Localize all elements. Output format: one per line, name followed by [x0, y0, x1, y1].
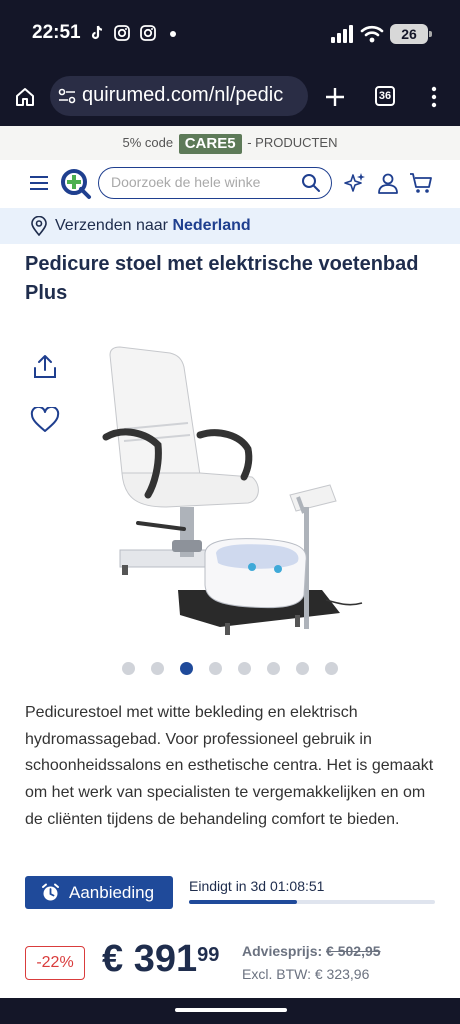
- search-box[interactable]: [98, 167, 332, 199]
- gallery-dot[interactable]: [267, 662, 280, 675]
- offer-countdown: Eindigt in 3d 01:08:51: [189, 878, 325, 894]
- battery-icon: 26: [390, 24, 432, 44]
- instagram-icon: [140, 25, 156, 41]
- clock: 22:51: [32, 22, 81, 43]
- cart-icon[interactable]: [409, 172, 433, 194]
- home-indicator[interactable]: [175, 1008, 287, 1012]
- excl-btw-price: Excl. BTW: € 323,96: [242, 966, 370, 982]
- browser-toolbar: quirumed.com/nl/pedic 36: [0, 66, 460, 126]
- offer-progress-bar: [189, 900, 435, 904]
- site-header: [0, 160, 460, 208]
- promo-suffix: - PRODUCTEN: [247, 135, 338, 150]
- tiktok-icon: [91, 25, 103, 40]
- product-title: Pedicure stoel met elektrische voetenbad…: [25, 253, 419, 304]
- offer-button-label: Aanbieding: [69, 883, 155, 902]
- offer-button[interactable]: Aanbieding: [25, 876, 173, 909]
- shipping-country-bar[interactable]: Verzenden naar Nederland: [0, 208, 460, 244]
- hamburger-menu-icon[interactable]: [29, 175, 49, 191]
- status-bar: 22:51 26: [0, 0, 460, 66]
- wifi-icon: [360, 25, 384, 43]
- price-cents: 99: [197, 944, 220, 966]
- gallery-dot-active[interactable]: [180, 662, 193, 675]
- quirumed-logo[interactable]: [60, 168, 92, 200]
- alarm-clock-icon: [42, 883, 59, 901]
- gallery-dot[interactable]: [325, 662, 338, 675]
- share-icon[interactable]: [30, 354, 60, 380]
- account-icon[interactable]: [377, 172, 399, 194]
- product-image[interactable]: [100, 345, 370, 645]
- notification-dot: [170, 31, 176, 37]
- search-input[interactable]: [111, 174, 291, 190]
- shipping-text: Verzenden naar Nederland: [55, 217, 251, 235]
- location-pin-icon: [31, 216, 47, 236]
- signal-icon: [331, 25, 353, 43]
- address-bar[interactable]: quirumed.com/nl/pedic: [50, 76, 308, 116]
- promo-code: CARE5: [178, 133, 242, 154]
- gallery-dot[interactable]: [209, 662, 222, 675]
- gallery-dot[interactable]: [296, 662, 309, 675]
- advies-price: Adviesprijs: € 502,95: [242, 943, 381, 959]
- discount-badge: -22%: [25, 946, 85, 980]
- gallery-dot[interactable]: [122, 662, 135, 675]
- gallery-dot[interactable]: [238, 662, 251, 675]
- instagram-icon: [114, 25, 130, 41]
- price: € 39199: [102, 938, 219, 981]
- promo-banner[interactable]: 5% code CARE5 - PRODUCTEN: [0, 126, 460, 160]
- url-text: quirumed.com/nl/pedic: [82, 84, 284, 106]
- home-icon[interactable]: [14, 86, 36, 108]
- product-description: Pedicurestoel met witte bekleding en ele…: [25, 704, 434, 828]
- promo-prefix: 5% code: [122, 135, 174, 150]
- gallery-dot[interactable]: [151, 662, 164, 675]
- system-bottom-bar: [0, 998, 460, 1024]
- advies-old-price: € 502,95: [326, 943, 381, 959]
- search-icon[interactable]: [301, 173, 321, 193]
- site-settings-icon[interactable]: [58, 88, 76, 104]
- shipping-label: Verzenden naar: [55, 217, 168, 234]
- more-menu-icon[interactable]: [430, 86, 438, 108]
- sparkle-ai-icon[interactable]: [344, 172, 366, 194]
- tab-switcher-button[interactable]: 36: [375, 86, 395, 106]
- new-tab-icon[interactable]: [324, 86, 346, 108]
- price-main: € 391: [102, 938, 198, 980]
- offer-progress-fill: [189, 900, 298, 904]
- wishlist-heart-icon[interactable]: [30, 407, 60, 433]
- shipping-country: Nederland: [172, 217, 251, 234]
- advies-label: Adviesprijs:: [242, 943, 323, 959]
